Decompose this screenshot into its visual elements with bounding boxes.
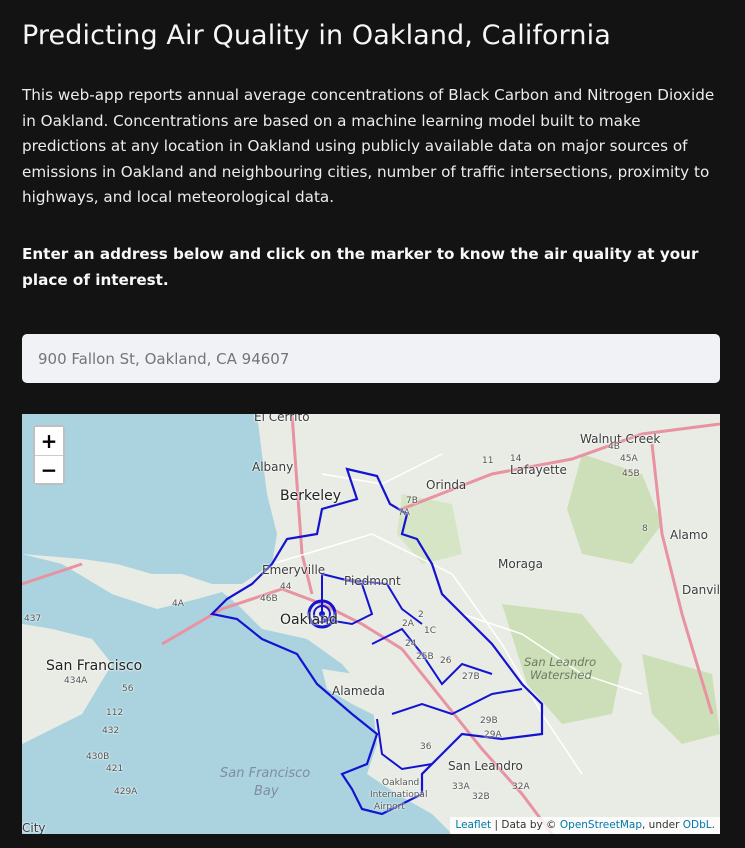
map-label-lafayette: Lafayette: [510, 463, 567, 477]
route-shield: 25B: [416, 652, 434, 662]
route-shield: 32A: [512, 782, 530, 792]
route-shield: 2: [418, 610, 424, 620]
route-shield: 33A: [452, 782, 470, 792]
route-shield: 29B: [480, 716, 498, 726]
attribution-under: , under: [642, 819, 680, 831]
route-shield: 437: [24, 614, 42, 624]
route-shield: 44: [280, 582, 292, 592]
route-shield: 7B: [406, 496, 418, 506]
intro-paragraph: This web-app reports annual average conc…: [22, 86, 715, 207]
map-label-alamo: Alamo: [670, 528, 708, 542]
route-shield: 421: [106, 764, 124, 774]
address-input[interactable]: [22, 334, 720, 383]
instruction-text: Enter an address below and click on the …: [22, 245, 699, 289]
map-label-albany: Albany: [252, 460, 294, 474]
map-label-sf-bay-1: San Francisco: [220, 766, 311, 781]
odbl-link[interactable]: ODbL: [683, 819, 712, 831]
route-shield: 11: [482, 456, 494, 466]
route-shield: 24: [405, 639, 417, 649]
map-label-el-cerrito: El Cerrito: [254, 414, 310, 424]
map-label-sf-bay-2: Bay: [254, 784, 279, 799]
page-title: Predicting Air Quality in Oakland, Calif…: [22, 20, 611, 51]
route-shield: 32B: [472, 792, 490, 802]
park-area: [567, 454, 662, 564]
route-shield: 429A: [114, 787, 138, 797]
map-label-sl-watershed-2: Watershed: [530, 668, 592, 682]
map-label-berkeley: Berkeley: [280, 488, 341, 504]
route-shield: 434A: [64, 676, 88, 686]
route-shield: 112: [106, 708, 124, 718]
route-shield: 430B: [86, 752, 110, 762]
map-label-piedmont: Piedmont: [344, 574, 401, 588]
map-label-daly-city: City: [22, 821, 46, 834]
route-shield: 27B: [462, 672, 480, 682]
route-shield: 4A: [172, 599, 184, 609]
map-label-emeryville: Emeryville: [262, 563, 326, 577]
route-shield: 29A: [484, 730, 502, 740]
route-shield: 26: [440, 656, 452, 666]
zoom-out-button[interactable]: −: [35, 455, 63, 483]
route-shield: 4B: [608, 442, 620, 452]
map-label-sl-watershed-1: San Leandro: [524, 655, 597, 669]
osm-link[interactable]: OpenStreetMap: [560, 819, 642, 831]
route-shield: 36: [420, 742, 432, 752]
zoom-in-button[interactable]: +: [35, 427, 63, 455]
attribution-text: | Data by ©: [494, 819, 557, 831]
leaflet-link[interactable]: Leaflet: [455, 819, 491, 831]
oakland-boundary-inner: [391, 688, 523, 716]
route-shield: 46B: [260, 594, 278, 604]
route-shield: 2A: [402, 619, 414, 629]
map-label-danville: Danville: [682, 583, 720, 597]
map[interactable]: El Cerrito Albany Berkeley Emeryville Pi…: [22, 414, 720, 834]
route-shield: 56: [122, 684, 134, 694]
map-label-alameda: Alameda: [332, 684, 385, 698]
route-shield: 45A: [620, 454, 638, 464]
route-shield: 1C: [424, 626, 437, 636]
address-input-container: [22, 334, 720, 383]
map-label-walnut-creek: Walnut Creek: [580, 432, 661, 446]
route-shield: 432: [102, 726, 120, 736]
map-label-san-francisco: San Francisco: [46, 658, 143, 674]
map-label-airport-1: Oakland: [382, 778, 420, 788]
route-shield: 45B: [622, 469, 640, 479]
route-shield: 8: [642, 524, 648, 534]
map-label-orinda: Orinda: [426, 478, 467, 492]
map-tiles[interactable]: [22, 414, 720, 834]
route-shield: 14: [510, 454, 522, 464]
map-label-san-leandro: San Leandro: [448, 759, 523, 773]
route-shield: 7A: [398, 508, 410, 518]
map-label-moraga: Moraga: [498, 557, 543, 571]
map-label-airport-2: International: [370, 790, 428, 800]
road: [321, 453, 443, 485]
map-label-oakland: Oakland: [280, 612, 338, 628]
zoom-control: + −: [33, 425, 65, 485]
map-attribution: Leaflet | Data by © OpenStreetMap, under…: [450, 817, 720, 834]
map-label-airport-3: Airport: [374, 802, 405, 812]
